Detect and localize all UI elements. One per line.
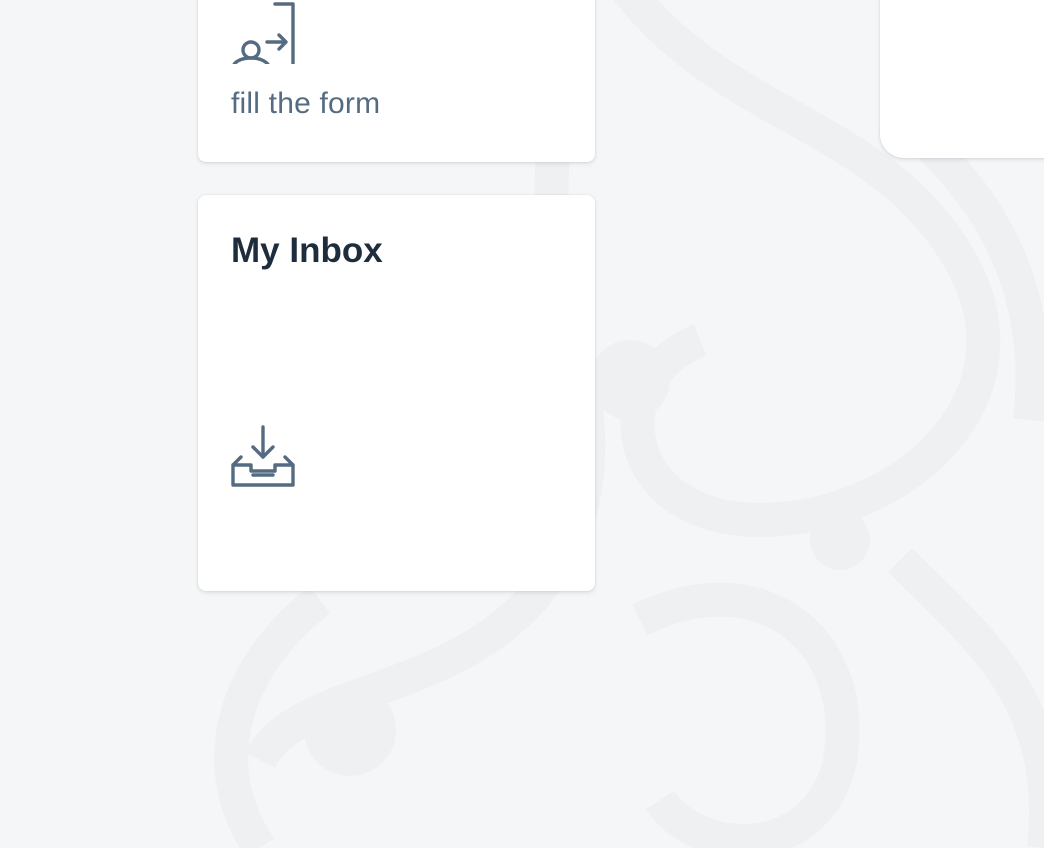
partial-tile[interactable] [880, 0, 1044, 158]
inbox-download-icon [231, 425, 295, 487]
launchpad-page: fill the form My Inbox [0, 0, 1044, 848]
tile-subtitle: fill the form [231, 87, 381, 120]
fill-form-tile[interactable]: fill the form [198, 0, 595, 162]
my-inbox-tile[interactable]: My Inbox [198, 195, 595, 591]
tile-title: My Inbox [231, 231, 383, 270]
person-enter-icon [232, 2, 295, 64]
